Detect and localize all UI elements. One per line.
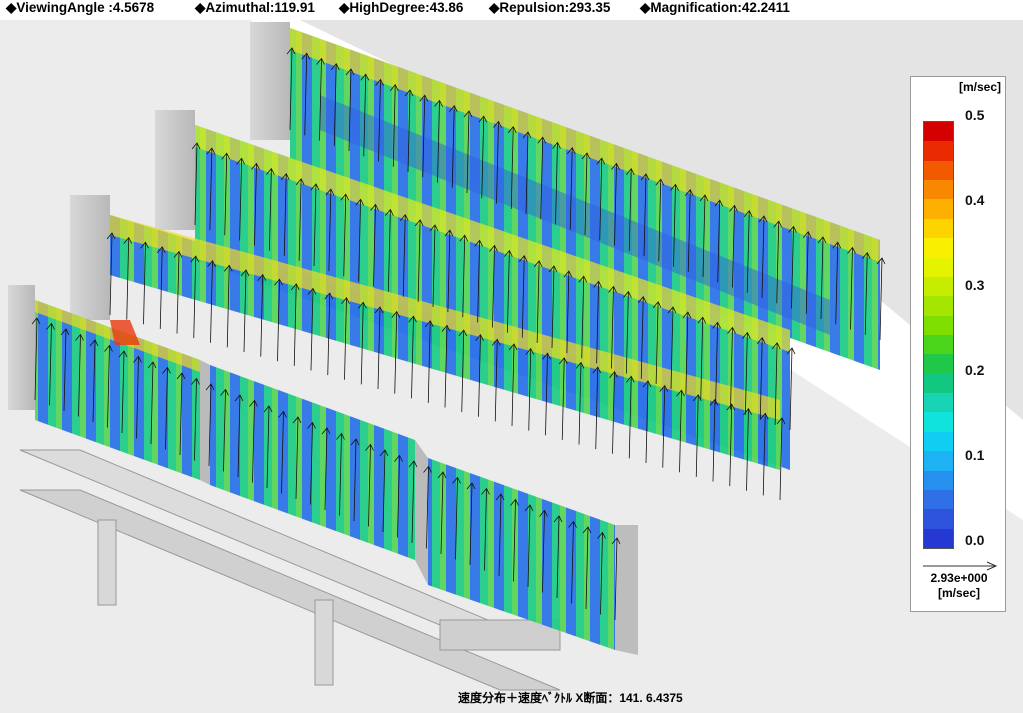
color-bar [923,121,954,549]
color-bar-band [924,489,953,510]
azimuthal-readout: ◆Azimuthal:119.91 [195,0,315,15]
color-bar-band [924,315,953,336]
simulation-viewport[interactable] [0,0,1023,713]
color-bar-band [924,451,953,472]
repulsion-readout: ◆Repulsion:293.35 [489,0,611,15]
magnification-readout: ◆Magnification:42.2411 [640,0,790,15]
viewing-angle-readout: ◆ViewingAngle :4.5678 [6,0,155,15]
legend-tick: 0.3 [965,277,985,293]
color-bar-band [924,335,953,355]
color-bar-band [924,218,953,239]
color-bar-band [924,238,953,259]
color-bar-band [924,412,953,433]
reference-vector-unit: [m/sec] [937,586,981,600]
color-bar-band [924,141,953,162]
legend-tick: 0.4 [965,192,985,208]
legend-tick: 0.0 [965,532,985,548]
color-bar-band [924,431,953,452]
high-degree-readout: ◆HighDegree:43.86 [339,0,464,15]
color-bar-band [924,354,953,375]
color-bar-band [924,528,953,549]
color-bar-band [924,122,953,142]
velocity-legend: [m/sec] 0.5 0.4 0.3 0.2 0.1 0.0 2.93e+00… [910,76,1006,612]
legend-tick: 0.1 [965,447,985,463]
section-caption: 速度分布＋速度ﾍﾞｸﾄﾙ X断面：141. 6.4375 [458,691,683,705]
legend-tick: 0.2 [965,362,985,378]
legend-tick: 0.5 [965,107,985,123]
color-bar-band [924,509,953,530]
reference-vector-value: 2.93e+000 [930,571,988,585]
color-bar-band [924,276,953,297]
color-bar-band [924,296,953,317]
color-bar-band [924,470,953,491]
color-bar-band [924,393,953,413]
color-bar-band [924,257,953,278]
color-bar-band [924,373,953,394]
color-bar-band [924,199,953,220]
color-bar-band [924,160,953,181]
legend-unit: [m/sec] [958,80,1001,94]
color-bar-band [924,180,953,200]
